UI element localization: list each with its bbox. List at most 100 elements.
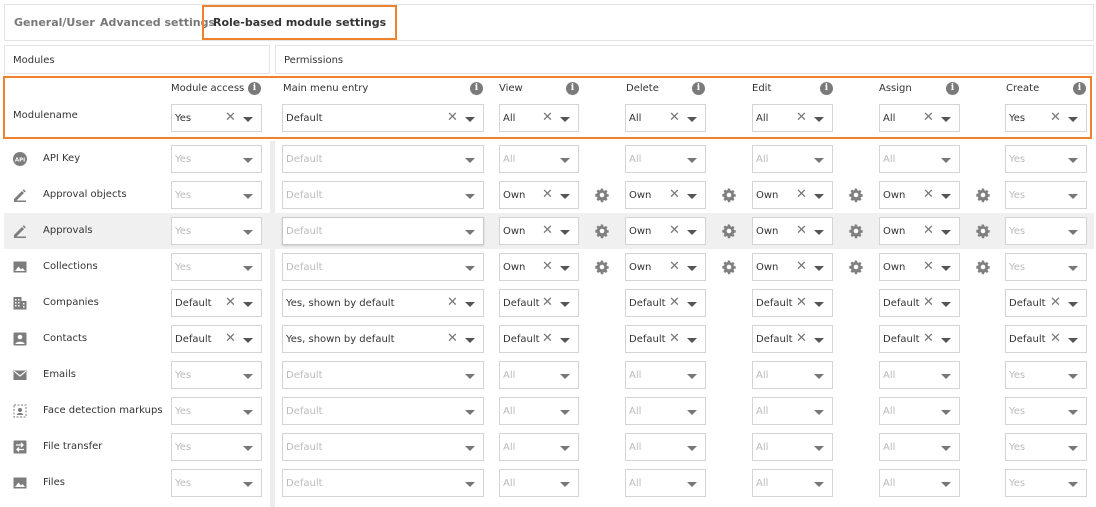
info-icon[interactable]: i [248,82,261,95]
clear-icon[interactable]: ✕ [923,188,934,202]
chevron-down-icon[interactable] [814,230,824,235]
clear-icon[interactable]: ✕ [796,224,807,238]
chevron-down-icon[interactable] [1068,302,1078,307]
chevron-down-icon[interactable] [941,117,951,122]
view-permission-select[interactable]: Own ✕ [499,217,579,245]
gear-icon[interactable] [594,259,610,275]
gear-icon[interactable] [721,223,737,239]
main-menu-select[interactable]: Yes, shown by default ✕ [282,325,484,353]
clear-icon[interactable]: ✕ [1050,296,1061,310]
gear-icon[interactable] [848,259,864,275]
info-icon[interactable]: i [1073,82,1086,95]
clear-icon[interactable]: ✕ [225,332,236,346]
edit-permission-select[interactable]: Own ✕ [752,217,833,245]
clear-icon[interactable]: ✕ [542,332,553,346]
info-icon[interactable]: i [946,82,959,95]
chevron-down-icon[interactable] [941,194,951,199]
clear-icon[interactable]: ✕ [923,296,934,310]
view-default-select[interactable]: All ✕ [499,104,579,132]
clear-icon[interactable]: ✕ [796,332,807,346]
chevron-down-icon[interactable] [941,230,951,235]
assign-permission-select[interactable]: Default ✕ [879,325,960,353]
clear-icon[interactable]: ✕ [669,188,680,202]
info-icon[interactable]: i [820,82,833,95]
view-permission-select[interactable]: Default ✕ [499,289,579,317]
chevron-down-icon[interactable] [1068,338,1078,343]
chevron-down-icon[interactable] [687,194,697,199]
chevron-down-icon[interactable] [687,338,697,343]
delete-permission-select[interactable]: Own ✕ [625,217,706,245]
gear-icon[interactable] [721,259,737,275]
assign-default-select[interactable]: All ✕ [879,104,960,132]
gear-icon[interactable] [594,223,610,239]
info-icon[interactable]: i [566,82,579,95]
module-access-select[interactable]: Default ✕ [171,325,262,353]
chevron-down-icon[interactable] [687,302,697,307]
chevron-down-icon[interactable] [1068,117,1078,122]
clear-icon[interactable]: ✕ [923,111,934,125]
edit-default-select[interactable]: All ✕ [752,104,833,132]
clear-icon[interactable]: ✕ [796,111,807,125]
module-access-select[interactable]: Default ✕ [171,289,262,317]
assign-permission-select[interactable]: Own ✕ [879,217,960,245]
chevron-down-icon[interactable] [941,302,951,307]
clear-icon[interactable]: ✕ [542,260,553,274]
chevron-down-icon[interactable] [243,302,253,307]
chevron-down-icon[interactable] [941,266,951,271]
chevron-down-icon[interactable] [560,117,570,122]
info-icon[interactable]: i [470,82,483,95]
edit-permission-select[interactable]: Own ✕ [752,181,833,209]
delete-permission-select[interactable]: Default ✕ [625,289,706,317]
chevron-down-icon[interactable] [465,302,475,307]
assign-permission-select[interactable]: Own ✕ [879,253,960,281]
create-default-select[interactable]: Yes ✕ [1005,104,1087,132]
chevron-down-icon[interactable] [560,194,570,199]
gear-icon[interactable] [721,187,737,203]
assign-permission-select[interactable]: Default ✕ [879,289,960,317]
clear-icon[interactable]: ✕ [923,224,934,238]
gear-icon[interactable] [848,223,864,239]
tab-general-user[interactable]: General/User [5,5,104,40]
clear-icon[interactable]: ✕ [669,224,680,238]
chevron-down-icon[interactable] [243,338,253,343]
clear-icon[interactable]: ✕ [225,296,236,310]
create-permission-select[interactable]: Default ✕ [1005,325,1087,353]
chevron-down-icon[interactable] [941,338,951,343]
clear-icon[interactable]: ✕ [669,111,680,125]
clear-icon[interactable]: ✕ [923,260,934,274]
chevron-down-icon[interactable] [687,230,697,235]
chevron-down-icon[interactable] [687,266,697,271]
clear-icon[interactable]: ✕ [796,188,807,202]
clear-icon[interactable]: ✕ [225,111,236,125]
view-permission-select[interactable]: Default ✕ [499,325,579,353]
delete-permission-select[interactable]: Own ✕ [625,181,706,209]
chevron-down-icon[interactable] [560,338,570,343]
edit-permission-select[interactable]: Default ✕ [752,325,833,353]
module-access-default-select[interactable]: Yes ✕ [171,104,262,132]
chevron-down-icon[interactable] [465,117,475,122]
clear-icon[interactable]: ✕ [796,296,807,310]
chevron-down-icon[interactable] [814,194,824,199]
chevron-down-icon[interactable] [560,230,570,235]
clear-icon[interactable]: ✕ [669,332,680,346]
view-permission-select[interactable]: Own ✕ [499,181,579,209]
view-permission-select[interactable]: Own ✕ [499,253,579,281]
clear-icon[interactable]: ✕ [447,111,458,125]
edit-permission-select[interactable]: Own ✕ [752,253,833,281]
chevron-down-icon[interactable] [814,117,824,122]
gear-icon[interactable] [848,187,864,203]
tab-role-based-module-settings[interactable]: Role-based module settings [202,5,398,40]
gear-icon[interactable] [975,259,991,275]
clear-icon[interactable]: ✕ [923,332,934,346]
edit-permission-select[interactable]: Default ✕ [752,289,833,317]
clear-icon[interactable]: ✕ [1050,332,1061,346]
info-icon[interactable]: i [692,82,705,95]
delete-permission-select[interactable]: Own ✕ [625,253,706,281]
clear-icon[interactable]: ✕ [542,224,553,238]
gear-icon[interactable] [594,187,610,203]
clear-icon[interactable]: ✕ [447,332,458,346]
clear-icon[interactable]: ✕ [542,296,553,310]
chevron-down-icon[interactable] [243,117,253,122]
chevron-down-icon[interactable] [465,338,475,343]
chevron-down-icon[interactable] [560,266,570,271]
